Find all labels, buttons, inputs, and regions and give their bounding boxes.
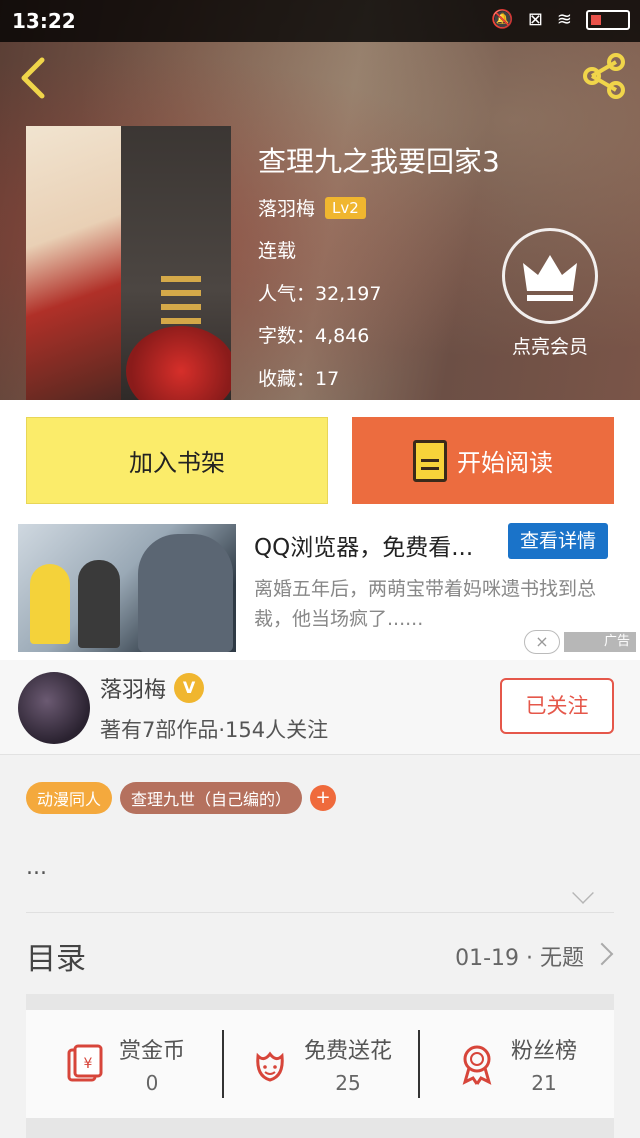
status-time: 13:22 bbox=[12, 9, 76, 33]
verified-badge-icon: V bbox=[174, 673, 205, 703]
mute-icon: 🔕 bbox=[491, 9, 514, 30]
ad-description[interactable]: 离婚五年后，两萌宝带着妈咪遗书找到总裁，他当场疯了...... bbox=[254, 574, 624, 634]
expand-chevron-icon[interactable] bbox=[572, 882, 594, 904]
medal-icon bbox=[462, 1045, 492, 1085]
author-stats: 著有7部作品·154人关注 bbox=[100, 718, 329, 742]
book-favorites: 收藏：17 bbox=[258, 368, 340, 390]
author-name-row: 落羽梅 V bbox=[100, 672, 205, 704]
status-icons: 🔕 ⊠ ≋ bbox=[491, 9, 630, 30]
toc-latest-chapter: 01-19 · 无题 bbox=[455, 946, 584, 971]
reward-coin-icon: ¥ bbox=[67, 1044, 103, 1082]
author-card: 落羽梅 V 著有7部作品·154人关注 已关注 bbox=[0, 660, 640, 755]
reward-coin-button[interactable]: ¥ 赏金币 0 bbox=[26, 1010, 222, 1118]
avatar[interactable] bbox=[18, 672, 90, 744]
stat-value: 25 bbox=[335, 1071, 361, 1095]
stat-label: 免费送花 bbox=[303, 1039, 392, 1064]
book-cover[interactable] bbox=[26, 126, 231, 400]
ad-title[interactable]: QQ浏览器，免费看... bbox=[254, 528, 494, 562]
follow-button[interactable]: 已关注 bbox=[500, 678, 614, 734]
section-divider bbox=[26, 994, 614, 1010]
ad-detail-button[interactable]: 查看详情 bbox=[508, 523, 608, 559]
flower-icon bbox=[256, 1051, 284, 1082]
book-author[interactable]: 落羽梅 bbox=[258, 194, 315, 221]
tag-item[interactable]: 查理九世（自己编的） bbox=[120, 782, 303, 814]
send-flower-button[interactable]: 免费送花 25 bbox=[222, 1010, 418, 1118]
ad-banner[interactable]: QQ浏览器，免费看... 查看详情 离婚五年后，两萌宝带着妈咪遗书找到总裁，他当… bbox=[0, 520, 640, 660]
book-header: 13:22 🔕 ⊠ ≋ 查理九之我要回家3 落羽梅 Lv2 连载 人气：32,1… bbox=[0, 0, 640, 400]
book-title: 查理九之我要回家3 bbox=[258, 145, 500, 178]
divider bbox=[26, 912, 614, 913]
book-status: 连载 bbox=[258, 240, 297, 262]
start-reading-button[interactable]: 开始阅读 bbox=[352, 417, 614, 504]
add-shelf-button[interactable]: 加入书架 bbox=[26, 417, 328, 504]
book-word-count: 字数：4,846 bbox=[258, 325, 370, 347]
battery-icon bbox=[586, 9, 630, 30]
book-icon bbox=[413, 439, 447, 482]
stat-label: 粉丝榜 bbox=[510, 1039, 577, 1064]
chevron-left-icon bbox=[21, 57, 45, 99]
section-divider bbox=[26, 1118, 614, 1138]
ad-close-button[interactable]: × bbox=[524, 630, 560, 654]
ad-tag: 广告 bbox=[564, 632, 636, 652]
book-popularity: 人气：32,197 bbox=[258, 283, 382, 305]
add-tag-button[interactable]: + bbox=[310, 785, 337, 811]
author-level-badge: Lv2 bbox=[325, 196, 366, 219]
toc-row[interactable]: 目录 01-19 · 无题 bbox=[26, 934, 614, 980]
svg-text:¥: ¥ bbox=[84, 1056, 93, 1072]
vip-button[interactable]: 点亮会员 bbox=[500, 228, 600, 359]
start-reading-label: 开始阅读 bbox=[457, 449, 553, 477]
share-button[interactable] bbox=[580, 52, 628, 100]
back-button[interactable] bbox=[16, 56, 56, 100]
stat-value: 0 bbox=[145, 1071, 159, 1095]
status-bar: 13:22 🔕 ⊠ ≋ bbox=[0, 0, 640, 42]
stat-label: 赏金币 bbox=[118, 1039, 185, 1064]
fan-ranking-button[interactable]: 粉丝榜 21 bbox=[418, 1010, 614, 1118]
crown-icon bbox=[523, 255, 577, 301]
sim-icon: ⊠ bbox=[527, 9, 543, 30]
vip-label: 点亮会员 bbox=[511, 336, 588, 358]
wifi-icon: ≋ bbox=[556, 9, 572, 30]
action-bar: 加入书架 开始阅读 bbox=[0, 400, 640, 520]
chevron-right-icon bbox=[590, 942, 614, 966]
interaction-stats: ¥ 赏金币 0 免费送花 25 粉丝榜 21 bbox=[26, 1010, 614, 1118]
ad-image[interactable] bbox=[18, 524, 236, 652]
tag-item[interactable]: 动漫同人 bbox=[26, 782, 113, 814]
book-author-line: 落羽梅 Lv2 bbox=[258, 194, 366, 221]
tag-list: 动漫同人 查理九世（自己编的） + bbox=[26, 782, 337, 814]
author-name[interactable]: 落羽梅 bbox=[100, 672, 166, 704]
book-description: ... bbox=[26, 855, 47, 880]
share-icon bbox=[583, 53, 625, 99]
toc-label: 目录 bbox=[26, 942, 86, 977]
stat-value: 21 bbox=[531, 1071, 557, 1095]
